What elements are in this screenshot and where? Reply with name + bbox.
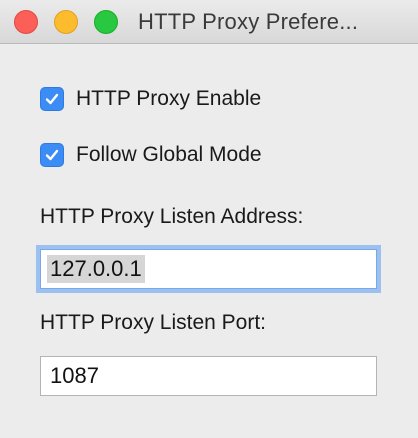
window-title: HTTP Proxy Prefere... — [138, 9, 359, 34]
listen-address-input[interactable]: 127.0.0.1 — [40, 249, 377, 289]
checkmark-icon — [45, 149, 59, 161]
listen-port-value[interactable]: 1087 — [47, 362, 102, 390]
proxy-enable-row[interactable]: HTTP Proxy Enable — [40, 86, 261, 112]
proxy-enable-checkbox[interactable] — [40, 87, 64, 111]
listen-address-label: HTTP Proxy Listen Address: — [40, 205, 304, 228]
close-button[interactable] — [14, 10, 38, 34]
title-bar[interactable]: HTTP Proxy Prefere... — [0, 0, 418, 44]
listen-address-value[interactable]: 127.0.0.1 — [47, 255, 145, 283]
follow-global-checkbox[interactable] — [40, 143, 64, 167]
zoom-button[interactable] — [94, 10, 118, 34]
preferences-window: HTTP Proxy Prefere... HTTP Proxy Enable … — [0, 0, 418, 438]
follow-global-label[interactable]: Follow Global Mode — [76, 143, 262, 167]
listen-port-label: HTTP Proxy Listen Port: — [40, 311, 267, 334]
checkmark-icon — [45, 93, 59, 105]
minimize-button[interactable] — [54, 10, 78, 34]
proxy-enable-label[interactable]: HTTP Proxy Enable — [76, 87, 261, 111]
listen-port-input[interactable]: 1087 — [40, 356, 377, 396]
follow-global-row[interactable]: Follow Global Mode — [40, 142, 262, 168]
